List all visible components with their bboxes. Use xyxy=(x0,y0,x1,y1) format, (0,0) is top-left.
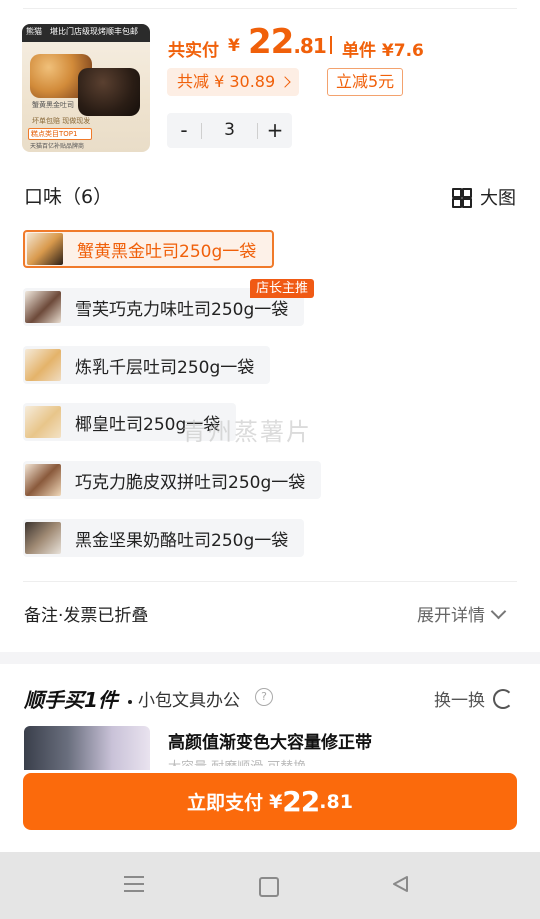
thumb-tag: 糕点类目TOP1 xyxy=(28,128,92,140)
expand-details-button[interactable]: 展开详情 xyxy=(417,601,507,626)
quantity-value[interactable]: 3 xyxy=(201,113,258,148)
thumb-brand-sub: 堪比门店级现烤 xyxy=(50,27,106,36)
flavor-option-label: 黑金坚果奶酪吐司250g一袋 xyxy=(75,530,289,551)
recommended-item-title[interactable]: 高颜值渐变色大容量修正带 xyxy=(168,728,372,753)
section-divider xyxy=(23,581,517,582)
price-separator xyxy=(330,36,332,54)
pay-amount-dec: .81 xyxy=(319,790,353,813)
thumb-brand-bar: 熊猫 堪比门店级现烤 顺丰包邮 xyxy=(22,24,150,42)
section-gap xyxy=(0,652,540,664)
flavor-option[interactable]: 炼乳千层吐司250g一袋 xyxy=(23,346,271,384)
pay-label: 立即支付 xyxy=(187,792,264,814)
flavor-thumb xyxy=(25,464,61,496)
big-view-toggle[interactable]: 大图 xyxy=(452,184,516,210)
store-recommend-badge: 店长主推 xyxy=(250,279,315,298)
title-dot xyxy=(128,700,132,704)
expand-details-label: 展开详情 xyxy=(417,606,485,626)
flavor-thumb xyxy=(25,406,61,438)
top-divider xyxy=(23,8,517,9)
total-label: 共实付 xyxy=(168,41,219,61)
watermark: 青州蒸薯片 xyxy=(182,418,312,446)
back-icon[interactable] xyxy=(390,874,410,894)
flavor-option-selected[interactable]: 蟹黄黑金吐司250g一袋 xyxy=(23,230,275,268)
unit-price: 单件 ¥7.6 xyxy=(342,41,424,61)
flavor-thumb xyxy=(25,349,61,381)
thumb-badge-right: 顺丰包邮 xyxy=(106,27,138,36)
swap-button[interactable]: 换一换 xyxy=(434,686,513,711)
notes-invoice-label: 备注·发票已折叠 xyxy=(24,606,149,626)
decrease-button[interactable]: - xyxy=(167,113,201,148)
thumb-ship: 坏单包赔 现做现发 xyxy=(32,117,91,125)
flavor-section-title: 口味（6） xyxy=(24,186,113,208)
total-currency: ¥ xyxy=(228,36,240,56)
recommended-item-desc: 大容量 耐磨顺滑 可替换 xyxy=(168,756,428,766)
product-thumbnail[interactable]: 熊猫 堪比门店级现烤 顺丰包邮 蟹黄黑金吐司 坏单包赔 现做现发 糕点类目TOP… xyxy=(22,24,150,152)
swap-label: 换一换 xyxy=(434,691,485,711)
flavor-option-label: 巧克力脆皮双拼吐司250g一袋 xyxy=(75,472,306,493)
pay-amount-int: 22 xyxy=(282,785,320,818)
total-amount-int: 22 xyxy=(248,22,294,62)
big-view-label: 大图 xyxy=(480,188,516,209)
flavor-option-label: 蟹黄黑金吐司250g一袋 xyxy=(77,241,257,262)
menu-icon[interactable] xyxy=(124,876,144,892)
thumb-caption: 蟹黄黑金吐司 xyxy=(32,101,74,109)
flavor-thumb xyxy=(27,233,63,265)
instant-discount-tag: 立减5元 xyxy=(327,68,404,96)
buy-together-subtitle: 小包文具办公 xyxy=(138,691,240,711)
grid-icon xyxy=(452,188,472,208)
flavor-option[interactable]: 巧克力脆皮双拼吐司250g一袋 xyxy=(23,461,322,499)
increase-button[interactable]: + xyxy=(258,113,292,148)
flavor-thumb xyxy=(25,522,61,554)
total-savings-pill[interactable]: 共减 ¥ 30.89 xyxy=(167,68,300,96)
flavor-option-label: 雪芙巧克力味吐司250g一袋 xyxy=(75,299,289,320)
refresh-icon xyxy=(493,688,513,709)
thumb-sub-tag: 天猫百亿补贴品牌商 xyxy=(30,143,85,150)
bread-image-2 xyxy=(78,68,140,116)
chevron-down-icon xyxy=(490,603,507,619)
total-amount-dec: .81 xyxy=(293,34,326,58)
flavor-option-label: 炼乳千层吐司250g一袋 xyxy=(75,357,255,378)
total-amount: 22.81 xyxy=(248,22,327,62)
recommended-item-thumb[interactable] xyxy=(24,726,150,770)
savings-text: 共减 ¥ 30.89 xyxy=(177,72,276,91)
help-icon[interactable]: ? xyxy=(255,688,273,706)
thumb-brand: 熊猫 xyxy=(26,27,42,36)
buy-together-title: 顺手买1件 xyxy=(24,688,118,712)
pay-currency: ¥ xyxy=(269,790,283,813)
flavor-option[interactable]: 黑金坚果奶酪吐司250g一袋 xyxy=(23,519,305,557)
quantity-stepper: - 3 + xyxy=(167,113,292,148)
pay-now-button[interactable]: 立即支付 ¥ 22 .81 xyxy=(23,773,517,830)
chevron-right-icon xyxy=(279,76,291,88)
home-icon[interactable] xyxy=(259,877,279,897)
flavor-thumb xyxy=(25,291,61,323)
